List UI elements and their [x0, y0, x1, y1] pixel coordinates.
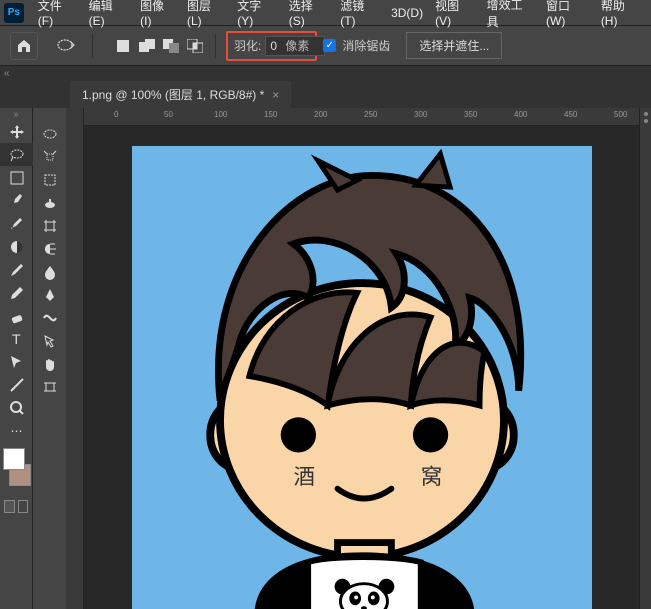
ruler-horizontal: 0 50 100 150 200 250 300 350 400 450 500 [84, 108, 639, 126]
character-artwork: 酒 窝 [132, 146, 592, 609]
quickmask-mode-icon[interactable] [18, 500, 29, 513]
type-tool-icon[interactable]: T [0, 327, 33, 350]
pencil-tool-icon[interactable] [0, 281, 33, 304]
wand-tool-icon[interactable] [33, 145, 66, 168]
standard-mode-icon[interactable] [4, 500, 15, 513]
menu-plugins[interactable]: 增效工具 [481, 0, 540, 30]
svg-text:T: T [12, 331, 21, 347]
svg-text:窝: 窝 [420, 465, 442, 489]
menu-select[interactable]: 选择(S) [283, 0, 335, 28]
brush-tool-icon[interactable] [0, 212, 33, 235]
pen-tool-icon[interactable] [33, 283, 66, 306]
clone-tool-icon[interactable] [33, 191, 66, 214]
hand-tool-icon[interactable] [33, 352, 66, 375]
menu-view[interactable]: 视图(V) [429, 0, 481, 28]
lasso-tool-icon[interactable] [0, 143, 33, 166]
selection-add-icon[interactable] [137, 36, 157, 56]
foreground-swatch[interactable] [3, 448, 25, 470]
ruler-tick: 250 [364, 110, 377, 119]
frame-tool-icon[interactable] [33, 168, 66, 191]
selection-intersect-icon[interactable] [185, 36, 205, 56]
feather-input[interactable] [265, 36, 325, 56]
ruler-tick: 0 [114, 110, 118, 119]
color-swatches[interactable] [3, 448, 31, 486]
ruler-tick: 350 [464, 110, 477, 119]
blur-tool-icon[interactable] [33, 260, 66, 283]
canvas[interactable]: 酒 窝 [132, 146, 592, 609]
chevron-icon[interactable]: « [4, 68, 10, 79]
menu-3d[interactable]: 3D(D) [385, 6, 429, 20]
perspective-crop-icon[interactable] [33, 214, 66, 237]
menu-file[interactable]: 文件(F) [32, 0, 83, 28]
menu-edit[interactable]: 编辑(E) [83, 0, 135, 28]
move-tool-icon[interactable] [0, 120, 33, 143]
ruler-tick: 300 [414, 110, 427, 119]
tab-title: 1.png @ 100% (图层 1, RGB/8#) * [82, 86, 264, 103]
panel-dock[interactable] [639, 108, 651, 609]
document-tabs: 1.png @ 100% (图层 1, RGB/8#) * × [0, 80, 651, 108]
tabstrip-chevrons: « [0, 66, 651, 80]
feather-highlight: 羽化: 像素 [226, 31, 317, 61]
selection-subtract-icon[interactable] [161, 36, 181, 56]
ruler-tick: 50 [164, 110, 173, 119]
menu-layer[interactable]: 图层(L) [181, 0, 231, 28]
feather-label: 羽化: [234, 37, 261, 54]
menu-help[interactable]: 帮助(H) [595, 0, 647, 28]
crop-tool-icon[interactable] [0, 166, 33, 189]
ruler-tick: 100 [214, 110, 227, 119]
menubar: Ps 文件(F) 编辑(E) 图像(I) 图层(L) 文字(Y) 选择(S) 滤… [0, 0, 651, 26]
chevron-icon[interactable]: » [0, 108, 32, 120]
document-tab[interactable]: 1.png @ 100% (图层 1, RGB/8#) * × [70, 81, 291, 108]
canvas-area[interactable]: 酒 窝 [84, 126, 639, 609]
path-tool-icon[interactable] [0, 350, 33, 373]
separator [92, 34, 93, 58]
ruler-tick: 450 [564, 110, 577, 119]
ps-logo-icon: Ps [4, 3, 24, 23]
dock-dot-icon [644, 119, 648, 123]
menu-image[interactable]: 图像(I) [134, 0, 181, 28]
healing-tool-icon[interactable] [0, 258, 33, 281]
options-bar: 羽化: 像素 ✓ 消除锯齿 选择并遮住... [0, 26, 651, 66]
menu-type[interactable]: 文字(Y) [231, 0, 283, 28]
antialias-label: 消除锯齿 [342, 37, 390, 54]
gradient-tool-icon[interactable] [0, 235, 33, 258]
ruler-vertical [66, 108, 84, 609]
ruler-tick: 150 [264, 110, 277, 119]
marquee-tool-icon[interactable] [33, 122, 66, 145]
eraser-tool-icon[interactable] [0, 304, 33, 327]
dock-dot-icon [644, 112, 648, 116]
eyedropper-tool-icon[interactable] [0, 189, 33, 212]
artboard-tool-icon[interactable] [33, 375, 66, 398]
direct-select-icon[interactable] [33, 329, 66, 352]
select-and-mask-button[interactable]: 选择并遮住... [406, 32, 502, 59]
separator [215, 34, 216, 58]
antialias-checkbox[interactable]: ✓ [323, 39, 336, 52]
selection-mode-group [113, 36, 205, 56]
tools-panel-right [33, 108, 66, 609]
canvas-wrap: 0 50 100 150 200 250 300 350 400 450 500 [84, 108, 639, 609]
shape-tool-icon[interactable] [33, 306, 66, 329]
ruler-tick: 400 [514, 110, 527, 119]
dodge-tool-icon[interactable] [33, 237, 66, 260]
svg-text:酒: 酒 [293, 465, 315, 489]
tool-preset-icon[interactable] [52, 34, 82, 58]
menu-window[interactable]: 窗口(W) [540, 0, 595, 28]
mask-mode-icons [0, 496, 32, 517]
ruler-tick: 500 [614, 110, 627, 119]
zoom-tool-icon[interactable] [0, 396, 33, 419]
menu-filter[interactable]: 滤镜(T) [334, 0, 385, 28]
close-icon[interactable]: × [272, 88, 279, 102]
selection-new-icon[interactable] [113, 36, 133, 56]
ruler-tick: 200 [314, 110, 327, 119]
more-tool-icon[interactable]: ⋯ [0, 419, 33, 442]
tools-panel-left: » T ⋯ [0, 108, 33, 609]
chevron-icon[interactable] [33, 108, 66, 122]
line-tool-icon[interactable] [0, 373, 33, 396]
home-button[interactable] [10, 32, 38, 60]
